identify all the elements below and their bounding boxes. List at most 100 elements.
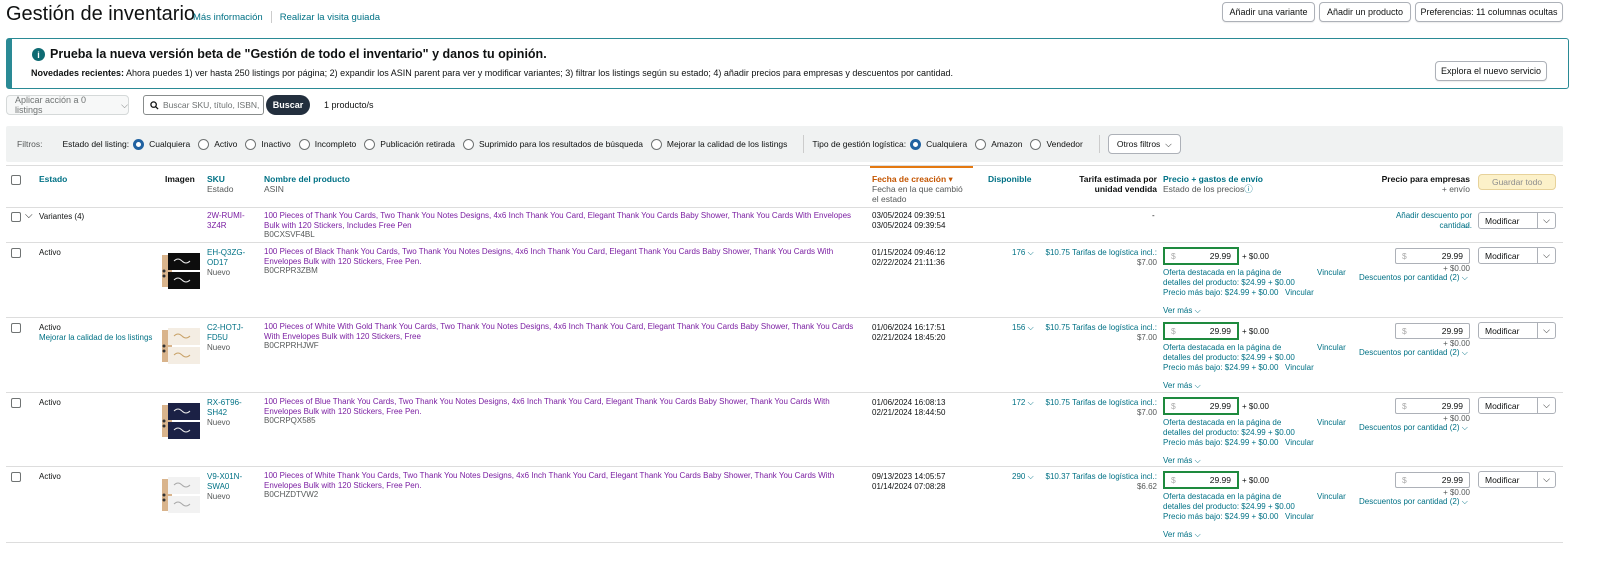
match-featured-link[interactable]: Vincular (1317, 492, 1346, 502)
modify-button[interactable]: Modificar ⌵ (1478, 322, 1556, 339)
business-price-input[interactable]: $29.99 (1395, 398, 1470, 414)
logistics-option-seller[interactable]: Vendedor (1030, 138, 1083, 150)
radio[interactable] (1030, 138, 1042, 150)
quantity-discounts-link[interactable]: Descuentos por cantidad (2) ⌵ (1359, 423, 1468, 433)
radio[interactable] (462, 138, 474, 150)
business-price-input[interactable]: $29.99 (1395, 472, 1470, 488)
logistics-option-amazon[interactable]: Amazon (975, 138, 1022, 150)
row-checkbox[interactable] (11, 472, 21, 482)
price-input[interactable]: $29.99 (1163, 322, 1239, 340)
chevron-down-icon[interactable]: ⌵ (1538, 398, 1555, 413)
status-option-suppressed[interactable]: Suprimido para los resultados de búsqued… (462, 138, 643, 150)
quantity-discounts-link[interactable]: Descuentos por cantidad (2) ⌵ (1359, 273, 1468, 283)
save-all-button[interactable]: Guardar todo (1478, 174, 1556, 190)
fee-link[interactable]: $10.75 Tarifas de logística incl.: (1042, 398, 1157, 408)
sku-link[interactable]: 2W-RUMI-3Z4R (207, 211, 257, 230)
match-lowest-link[interactable]: Vincular (1285, 363, 1314, 373)
business-price-input[interactable]: $29.99 (1395, 248, 1470, 264)
bulk-action-select[interactable]: Aplicar acción a 0 listings ⌵ (6, 95, 129, 115)
chevron-down-icon[interactable]: ⌵ (1538, 248, 1555, 263)
available-qty[interactable]: 156 ⌵ (1012, 323, 1034, 333)
match-featured-link[interactable]: Vincular (1317, 343, 1346, 353)
search-input[interactable]: Buscar SKU, título, ISBN, (143, 95, 264, 115)
product-name-link[interactable]: 100 Pieces of Thank You Cards, Two Thank… (264, 211, 866, 230)
row-checkbox[interactable] (11, 398, 21, 408)
modify-button[interactable]: Modificar ⌵ (1478, 247, 1556, 264)
col-precio[interactable]: Precio + gastos de envío (1163, 174, 1263, 184)
add-product-button[interactable]: Añadir un producto (1319, 2, 1411, 22)
see-more-link[interactable]: Ver más ⌵ (1163, 456, 1201, 466)
radio[interactable] (364, 138, 376, 150)
chevron-down-icon[interactable]: ⌵ (1538, 323, 1555, 338)
product-name-link[interactable]: 100 Pieces of White With Gold Thank You … (264, 322, 866, 341)
sku-link[interactable]: EH-Q3ZG-OD17 (207, 248, 255, 267)
improve-quality-link[interactable]: Mejorar la calidad de los listings (39, 333, 152, 343)
chevron-down-icon[interactable]: ⌵ (1538, 213, 1555, 228)
row-checkbox[interactable] (11, 212, 21, 222)
radio[interactable] (298, 138, 310, 150)
fee-link[interactable]: $10.37 Tarifas de logística incl.: (1042, 472, 1157, 482)
expand-chevron-icon[interactable]: ⌵ (25, 211, 33, 221)
product-image[interactable] (160, 251, 202, 291)
status-option-incomplete[interactable]: Incompleto (298, 138, 356, 150)
select-all-checkbox[interactable] (11, 175, 21, 185)
more-filters-button[interactable]: Otros filtros ⌵ (1107, 134, 1181, 154)
explore-service-button[interactable]: Explora el nuevo servicio (1435, 61, 1547, 81)
radio[interactable] (975, 138, 987, 150)
more-info-link[interactable]: Más información (193, 12, 263, 23)
product-image[interactable] (160, 401, 202, 441)
radio[interactable] (198, 138, 210, 150)
status-option-improve-quality[interactable]: Mejorar la calidad de los listings (650, 138, 787, 150)
sku-link[interactable]: C2-HOTJ-FD5U (207, 323, 255, 342)
product-name-link[interactable]: 100 Pieces of Black Thank You Cards, Two… (264, 247, 866, 266)
business-price-input[interactable]: $29.99 (1395, 323, 1470, 339)
match-featured-link[interactable]: Vincular (1317, 418, 1346, 428)
radio[interactable] (650, 138, 662, 150)
fee-link[interactable]: $10.75 Tarifas de logística incl.: (1042, 248, 1157, 258)
match-lowest-link[interactable]: Vincular (1285, 438, 1314, 448)
product-image[interactable] (160, 475, 202, 515)
price-input[interactable]: $29.99 (1163, 397, 1239, 415)
status-option-any[interactable]: Cualquiera (133, 138, 190, 150)
col-sku[interactable]: SKU (207, 174, 225, 184)
see-more-link[interactable]: Ver más ⌵ (1163, 530, 1201, 540)
row-checkbox[interactable] (11, 323, 21, 333)
radio-selected[interactable] (133, 138, 145, 150)
status-option-active[interactable]: Activo (198, 138, 237, 150)
chevron-down-icon[interactable]: ⌵ (1538, 472, 1555, 487)
sku-link[interactable]: V9-X01N-SWA0 (207, 472, 255, 491)
available-qty[interactable]: 290 ⌵ (1012, 472, 1034, 482)
see-more-link[interactable]: Ver más ⌵ (1163, 381, 1201, 391)
preferences-button[interactable]: Preferencias: 11 columnas ocultas (1415, 2, 1563, 22)
match-lowest-link[interactable]: Vincular (1285, 512, 1314, 522)
col-estado[interactable]: Estado (39, 174, 67, 184)
product-name-link[interactable]: 100 Pieces of White Thank You Cards, Two… (264, 471, 866, 490)
see-more-link[interactable]: Ver más ⌵ (1163, 306, 1201, 316)
search-button[interactable]: Buscar (266, 95, 310, 115)
product-name-link[interactable]: 100 Pieces of Blue Thank You Cards, Two … (264, 397, 866, 416)
available-qty[interactable]: 172 ⌵ (1012, 398, 1034, 408)
price-input[interactable]: $29.99 (1163, 471, 1239, 489)
col-fecha[interactable]: Fecha de creación (872, 174, 946, 184)
add-discount-link[interactable]: Añadir descuento por cantidad. (1386, 211, 1472, 230)
available-qty[interactable]: 176 ⌵ (1012, 248, 1034, 258)
match-lowest-link[interactable]: Vincular (1285, 288, 1314, 298)
quantity-discounts-link[interactable]: Descuentos por cantidad (2) ⌵ (1359, 348, 1468, 358)
col-disponible[interactable]: Disponible (988, 174, 1031, 184)
row-checkbox[interactable] (11, 248, 21, 258)
product-image[interactable] (160, 326, 202, 366)
logistics-option-any[interactable]: Cualquiera (910, 138, 967, 150)
modify-button[interactable]: Modificar ⌵ (1478, 397, 1556, 414)
radio-selected[interactable] (910, 138, 922, 150)
status-option-withdrawn[interactable]: Publicación retirada (364, 138, 455, 150)
fee-link[interactable]: $10.75 Tarifas de logística incl.: (1042, 323, 1157, 333)
quantity-discounts-link[interactable]: Descuentos por cantidad (2) ⌵ (1359, 497, 1468, 507)
price-input[interactable]: $29.99 (1163, 247, 1239, 265)
add-variant-button[interactable]: Añadir una variante (1222, 2, 1315, 22)
status-option-inactive[interactable]: Inactivo (245, 138, 291, 150)
col-nombre[interactable]: Nombre del producto (264, 174, 350, 184)
sku-link[interactable]: RX-6T96-SH42 (207, 398, 255, 417)
match-featured-link[interactable]: Vincular (1317, 268, 1346, 278)
modify-button[interactable]: Modificar ⌵ (1478, 212, 1556, 229)
guided-tour-link[interactable]: Realizar la visita guiada (280, 12, 380, 23)
